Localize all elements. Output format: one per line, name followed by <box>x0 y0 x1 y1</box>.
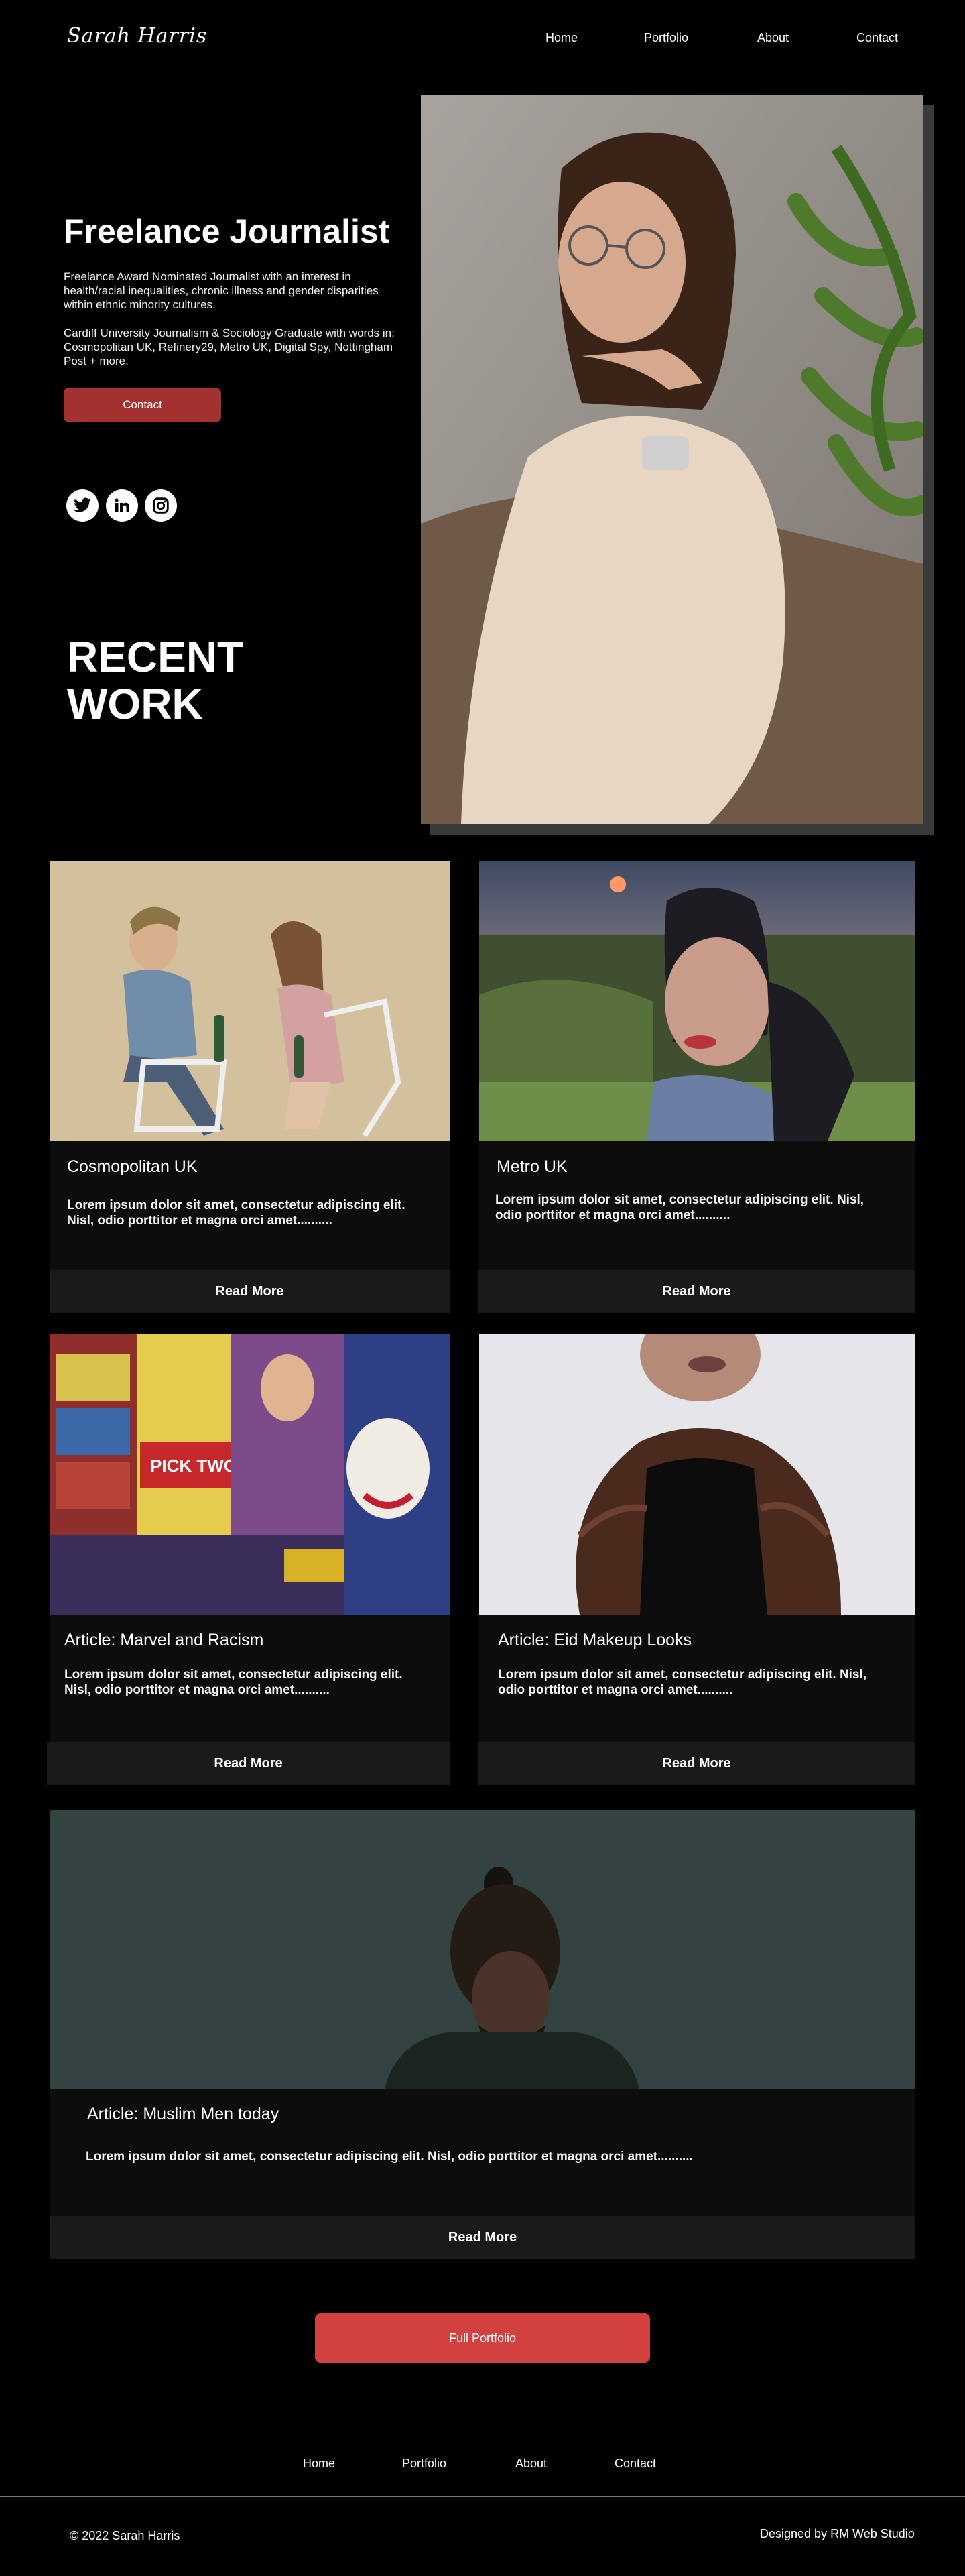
recent-work-line1: RECENT <box>67 633 244 681</box>
read-more-button[interactable]: Read More <box>478 1270 915 1313</box>
card-body-eid-makeup: Article: Eid Makeup Looks Lorem ipsum do… <box>479 1615 915 1743</box>
card-title: Article: Muslim Men today <box>87 2105 279 2123</box>
card-title: Metro UK <box>497 1157 568 1176</box>
hero-credits-paragraph: Cardiff University Journalism & Sociolog… <box>64 327 395 367</box>
card-body-marvel: Article: Marvel and Racism Lorem ipsum d… <box>50 1615 450 1743</box>
card-body-metro: Metro UK Lorem ipsum dolor sit amet, con… <box>479 1141 915 1270</box>
read-more-button[interactable]: Read More <box>478 1742 915 1785</box>
hero-intro-paragraph: Freelance Award Nominated Journalist wit… <box>64 270 379 311</box>
footer-divider <box>0 2496 965 2497</box>
nav-home[interactable]: Home <box>545 31 578 45</box>
instagram-icon[interactable] <box>145 489 177 522</box>
designed-by-text[interactable]: Designed by RM Web Studio <box>760 2527 915 2541</box>
nav-contact[interactable]: Contact <box>856 31 898 45</box>
card-title: Article: Marvel and Racism <box>64 1631 264 1649</box>
footer-nav-contact[interactable]: Contact <box>615 2457 656 2471</box>
full-portfolio-button[interactable]: Full Portfolio <box>315 2313 650 2363</box>
card-text: Lorem ipsum dolor sit amet, consectetur … <box>86 2150 693 2164</box>
card-title: Cosmopolitan UK <box>67 1157 198 1176</box>
card-image-marvel[interactable]: PICK TWO! <box>50 1334 450 1615</box>
card-text: Lorem ipsum dolor sit amet, consectetur … <box>64 1667 403 1697</box>
read-more-button[interactable]: Read More <box>50 2216 915 2259</box>
footer-nav-about[interactable]: About <box>515 2457 547 2471</box>
site-logo[interactable]: Sarah Harris <box>67 24 207 48</box>
recent-work-heading: RECENT WORK <box>67 634 243 727</box>
read-more-button[interactable]: Read More <box>50 1270 450 1313</box>
card-image-muslim-men[interactable] <box>50 1810 915 2089</box>
card-text: Lorem ipsum dolor sit amet, consectetur … <box>67 1198 405 1228</box>
footer-nav-portfolio[interactable]: Portfolio <box>402 2457 446 2471</box>
card-text: Lorem ipsum dolor sit amet, consectetur … <box>495 1193 864 1222</box>
hero-contact-button[interactable]: Contact <box>64 388 221 422</box>
linkedin-icon[interactable] <box>106 489 138 522</box>
card-body-cosmopolitan: Cosmopolitan UK Lorem ipsum dolor sit am… <box>50 1141 450 1270</box>
card-image-metro[interactable] <box>479 861 915 1141</box>
recent-work-line2: WORK <box>67 680 203 728</box>
nav-about[interactable]: About <box>757 31 789 45</box>
copyright-text: © 2022 Sarah Harris <box>70 2529 180 2542</box>
hero-portrait-image <box>421 95 923 824</box>
nav-portfolio[interactable]: Portfolio <box>644 31 688 45</box>
card-image-eid-makeup[interactable] <box>479 1334 915 1615</box>
card-body-muslim-men: Article: Muslim Men today Lorem ipsum do… <box>50 2089 915 2216</box>
card-text: Lorem ipsum dolor sit amet, consectetur … <box>498 1667 867 1697</box>
footer-nav-home[interactable]: Home <box>303 2457 335 2471</box>
read-more-button[interactable]: Read More <box>47 1742 450 1785</box>
card-image-cosmopolitan[interactable] <box>50 861 450 1141</box>
twitter-icon[interactable] <box>66 489 99 522</box>
hero-title: Freelance Journalist <box>64 213 390 250</box>
svg-text:PICK TWO!: PICK TWO! <box>150 1456 243 1476</box>
card-title: Article: Eid Makeup Looks <box>498 1631 692 1649</box>
